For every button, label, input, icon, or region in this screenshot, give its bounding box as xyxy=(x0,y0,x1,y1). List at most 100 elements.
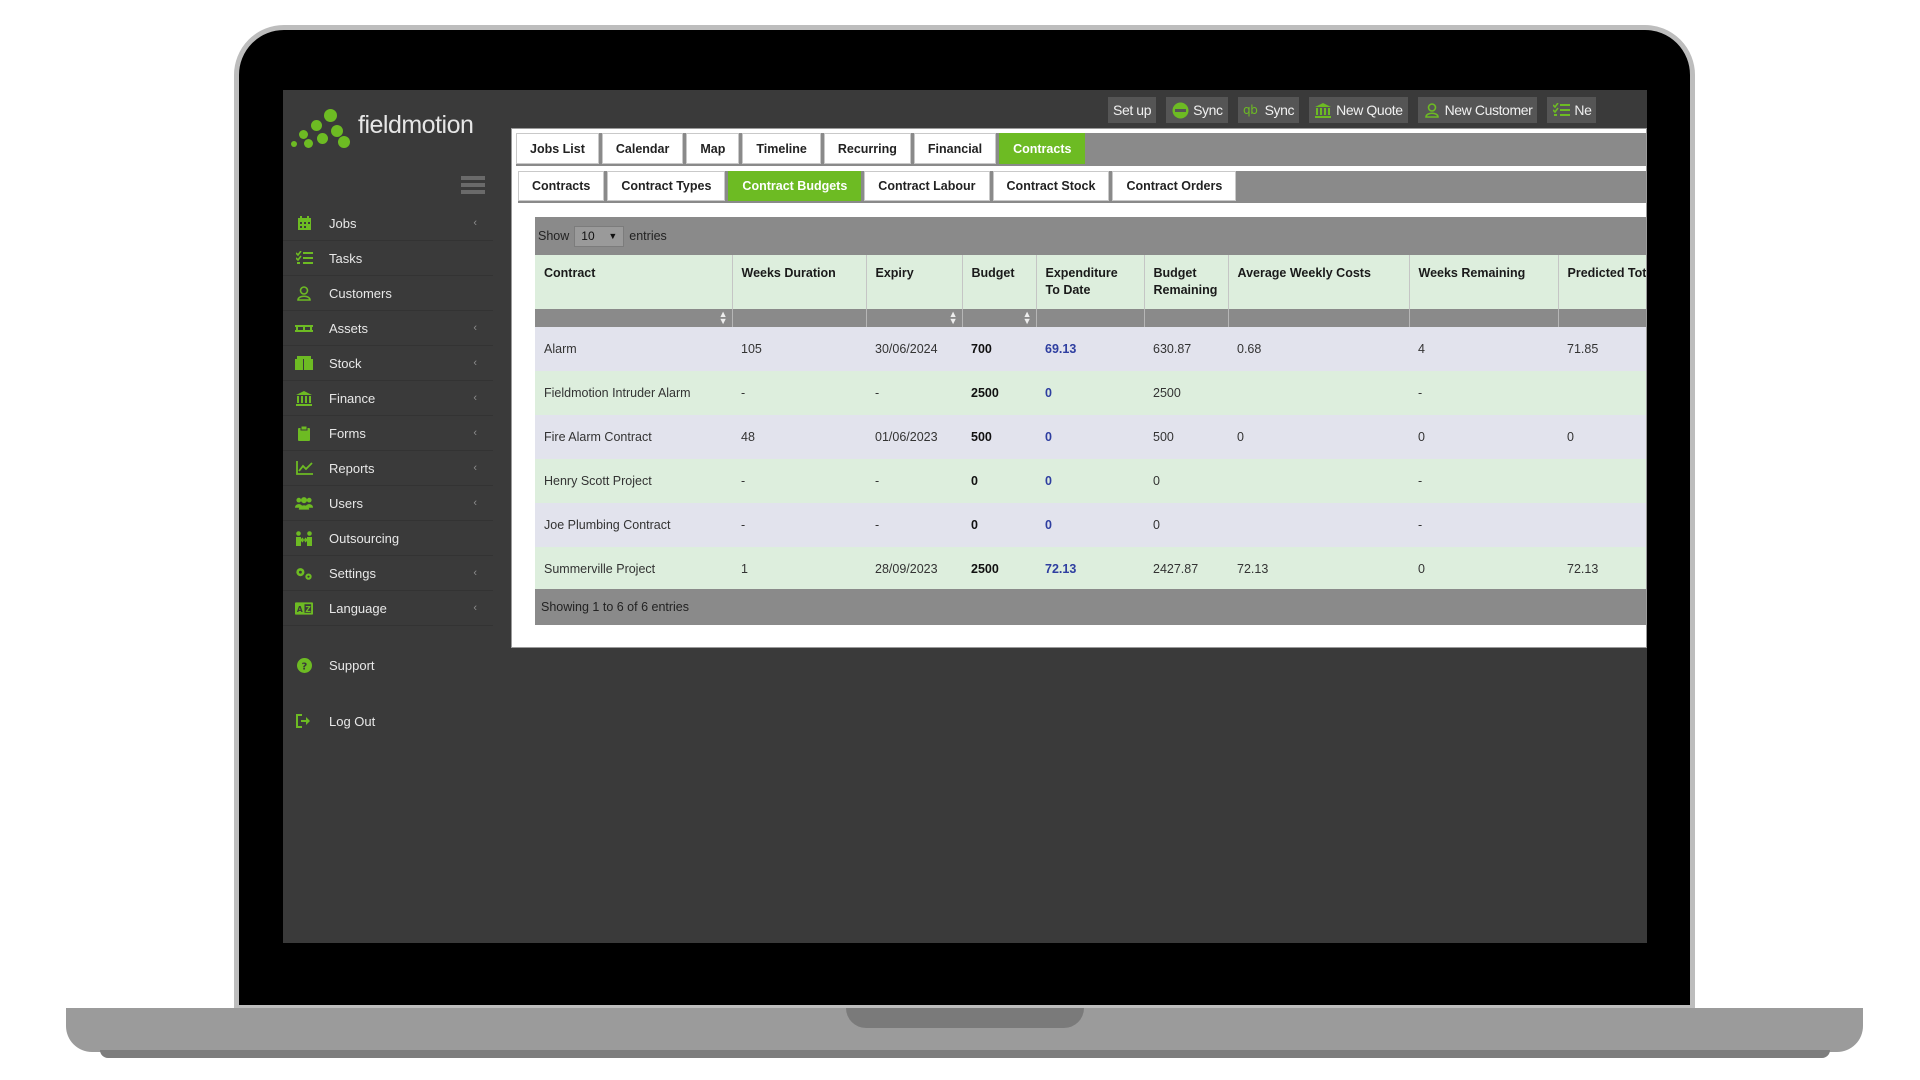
setup-button[interactable]: Set up xyxy=(1108,97,1157,123)
app-screen: fieldmotion Jobs ‹ Tasks Customers Asset… xyxy=(283,90,1647,943)
sort-cell[interactable]: ▲ ▼ xyxy=(962,309,1037,327)
cell-expiry: 01/06/2023 xyxy=(866,415,962,459)
table-row[interactable]: Henry Scott Project - - 0 0 0 - xyxy=(535,459,1646,503)
table-row[interactable]: Summerville Project 1 28/09/2023 2500 72… xyxy=(535,547,1646,591)
expenditure-link[interactable]: 0 xyxy=(1036,503,1144,547)
expenditure-link[interactable]: 69.13 xyxy=(1036,327,1144,371)
cell-weeks-remaining: - xyxy=(1409,503,1558,547)
sidebar-item-forms[interactable]: Forms ‹ xyxy=(283,416,493,451)
sidebar-item-logout[interactable]: Log Out xyxy=(283,704,493,739)
tab-recurring[interactable]: Recurring xyxy=(823,133,911,164)
sort-cell[interactable]: ▲ ▼ xyxy=(866,309,963,327)
table-row[interactable]: Fire Alarm Contract 48 01/06/2023 500 0 … xyxy=(535,415,1646,459)
users-icon xyxy=(295,495,313,511)
tab-jobs-list[interactable]: Jobs List xyxy=(516,133,599,164)
tab-financial[interactable]: Financial xyxy=(913,133,997,164)
column-header-contract[interactable]: Contract xyxy=(535,255,733,309)
table-row[interactable]: Fieldmotion Intruder Alarm - - 2500 0 25… xyxy=(535,371,1646,415)
sort-cell xyxy=(1036,309,1145,327)
entries-per-page-select[interactable]: 10 ▼ xyxy=(574,225,625,247)
sidebar-item-jobs[interactable]: Jobs ‹ xyxy=(283,206,493,241)
new-customer-button[interactable]: New Customer xyxy=(1417,97,1538,123)
sort-cell xyxy=(1409,309,1559,327)
cell-average-weekly-costs: 72.13 xyxy=(1228,547,1409,591)
sidebar-item-customers[interactable]: Customers xyxy=(283,276,493,311)
cell-expiry: - xyxy=(866,459,962,503)
list-check-icon xyxy=(295,250,313,266)
sidebar-item-stock[interactable]: Stock ‹ xyxy=(283,346,493,381)
expenditure-link[interactable]: 0 xyxy=(1036,371,1144,415)
cell-weeks-remaining: 0 xyxy=(1409,415,1558,459)
tab-calendar[interactable]: Calendar xyxy=(601,133,684,164)
chevron-left-icon: ‹ xyxy=(473,462,477,474)
new-task-button[interactable]: Ne xyxy=(1547,97,1597,123)
cell-weeks-duration: 105 xyxy=(732,327,866,371)
sync-button[interactable]: Sync xyxy=(1166,97,1228,123)
sidebar-item-label: Support xyxy=(329,658,375,673)
sidebar-item-users[interactable]: Users ‹ xyxy=(283,486,493,521)
menu-toggle-icon[interactable] xyxy=(461,176,485,200)
sidebar-item-label: Log Out xyxy=(329,714,376,729)
tab-timeline[interactable]: Timeline xyxy=(742,133,821,164)
cell-contract: Alarm xyxy=(535,327,732,371)
cell-budget: 0 xyxy=(962,459,1036,503)
svg-text:Z: Z xyxy=(305,604,311,613)
subtab-contracts[interactable]: Contracts xyxy=(518,171,605,201)
column-header-weeks-remaining[interactable]: Weeks Remaining xyxy=(1409,255,1559,309)
cell-budget: 500 xyxy=(962,415,1036,459)
sidebar-item-label: Stock xyxy=(329,355,362,371)
laptop-notch xyxy=(846,1008,1084,1028)
chevron-left-icon: ‹ xyxy=(473,427,477,439)
quickbooks-sync-button[interactable]: qb Sync xyxy=(1237,97,1300,123)
sidebar-item-label: Jobs xyxy=(329,215,357,231)
sort-cell xyxy=(1558,309,1646,327)
table-row[interactable]: Joe Plumbing Contract - - 0 0 0 - xyxy=(535,503,1646,547)
column-header-predicted-total[interactable]: Predicted Tota xyxy=(1558,255,1646,309)
new-task-label: Ne xyxy=(1574,102,1592,118)
column-header-expenditure-to-date[interactable]: Expenditure To Date xyxy=(1036,255,1145,309)
sign-out-icon xyxy=(295,713,313,729)
cell-weeks-remaining: 4 xyxy=(1409,327,1558,371)
clipboard-icon xyxy=(295,425,313,441)
column-header-average-weekly-costs[interactable]: Average Weekly Costs xyxy=(1228,255,1410,309)
sidebar-item-assets[interactable]: Assets ‹ xyxy=(283,311,493,346)
column-header-budget[interactable]: Budget xyxy=(962,255,1037,309)
table-row[interactable]: Alarm 105 30/06/2024 700 69.13 630.87 0.… xyxy=(535,327,1646,371)
cell-budget-remaining: 630.87 xyxy=(1144,327,1228,371)
chevron-left-icon: ‹ xyxy=(473,357,477,369)
bank-icon xyxy=(295,390,313,406)
chevron-left-icon: ‹ xyxy=(473,322,477,334)
subtab-contract-budgets[interactable]: Contract Budgets xyxy=(728,171,862,201)
new-quote-button[interactable]: New Quote xyxy=(1309,97,1408,123)
expenditure-link[interactable]: 0 xyxy=(1036,459,1144,503)
expenditure-link[interactable]: 72.13 xyxy=(1036,547,1144,591)
chevron-left-icon: ‹ xyxy=(473,392,477,404)
column-header-expiry[interactable]: Expiry xyxy=(866,255,963,309)
sync-label: Sync xyxy=(1264,102,1295,118)
column-header-budget-remaining[interactable]: Budget Remaining xyxy=(1144,255,1229,309)
tab-map[interactable]: Map xyxy=(686,133,740,164)
sidebar-item-support[interactable]: ? Support xyxy=(283,648,493,683)
tab-contracts[interactable]: Contracts xyxy=(999,133,1086,164)
cell-average-weekly-costs: 0 xyxy=(1228,415,1409,459)
subtab-contract-orders[interactable]: Contract Orders xyxy=(1112,171,1237,201)
column-header-weeks-duration[interactable]: Weeks Duration xyxy=(732,255,867,309)
cell-budget: 700 xyxy=(962,327,1036,371)
sidebar-item-tasks[interactable]: Tasks xyxy=(283,241,493,276)
cell-predicted-total xyxy=(1558,503,1646,547)
sidebar-item-label: Settings xyxy=(329,565,376,581)
subtab-contract-types[interactable]: Contract Types xyxy=(607,171,726,201)
sidebar-item-settings[interactable]: Settings ‹ xyxy=(283,556,493,591)
sidebar-item-language[interactable]: AZ Language ‹ xyxy=(283,591,493,626)
subtab-contract-stock[interactable]: Contract Stock xyxy=(992,171,1110,201)
sidebar-item-outsourcing[interactable]: Outsourcing xyxy=(283,521,493,556)
sort-cell[interactable]: ▲ ▼ xyxy=(535,309,733,327)
subtab-contract-labour[interactable]: Contract Labour xyxy=(864,171,990,201)
logo-dots-icon xyxy=(291,106,355,150)
expenditure-link[interactable]: 0 xyxy=(1036,415,1144,459)
logo[interactable]: fieldmotion xyxy=(291,106,491,150)
sort-row: ▲ ▼ ▲ ▼ ▲ ▼ xyxy=(535,309,1646,327)
sidebar-item-finance[interactable]: Finance ‹ xyxy=(283,381,493,416)
sidebar-item-reports[interactable]: Reports ‹ xyxy=(283,451,493,486)
primary-tabs: Jobs List Calendar Map Timeline Recurrin… xyxy=(516,133,1646,166)
